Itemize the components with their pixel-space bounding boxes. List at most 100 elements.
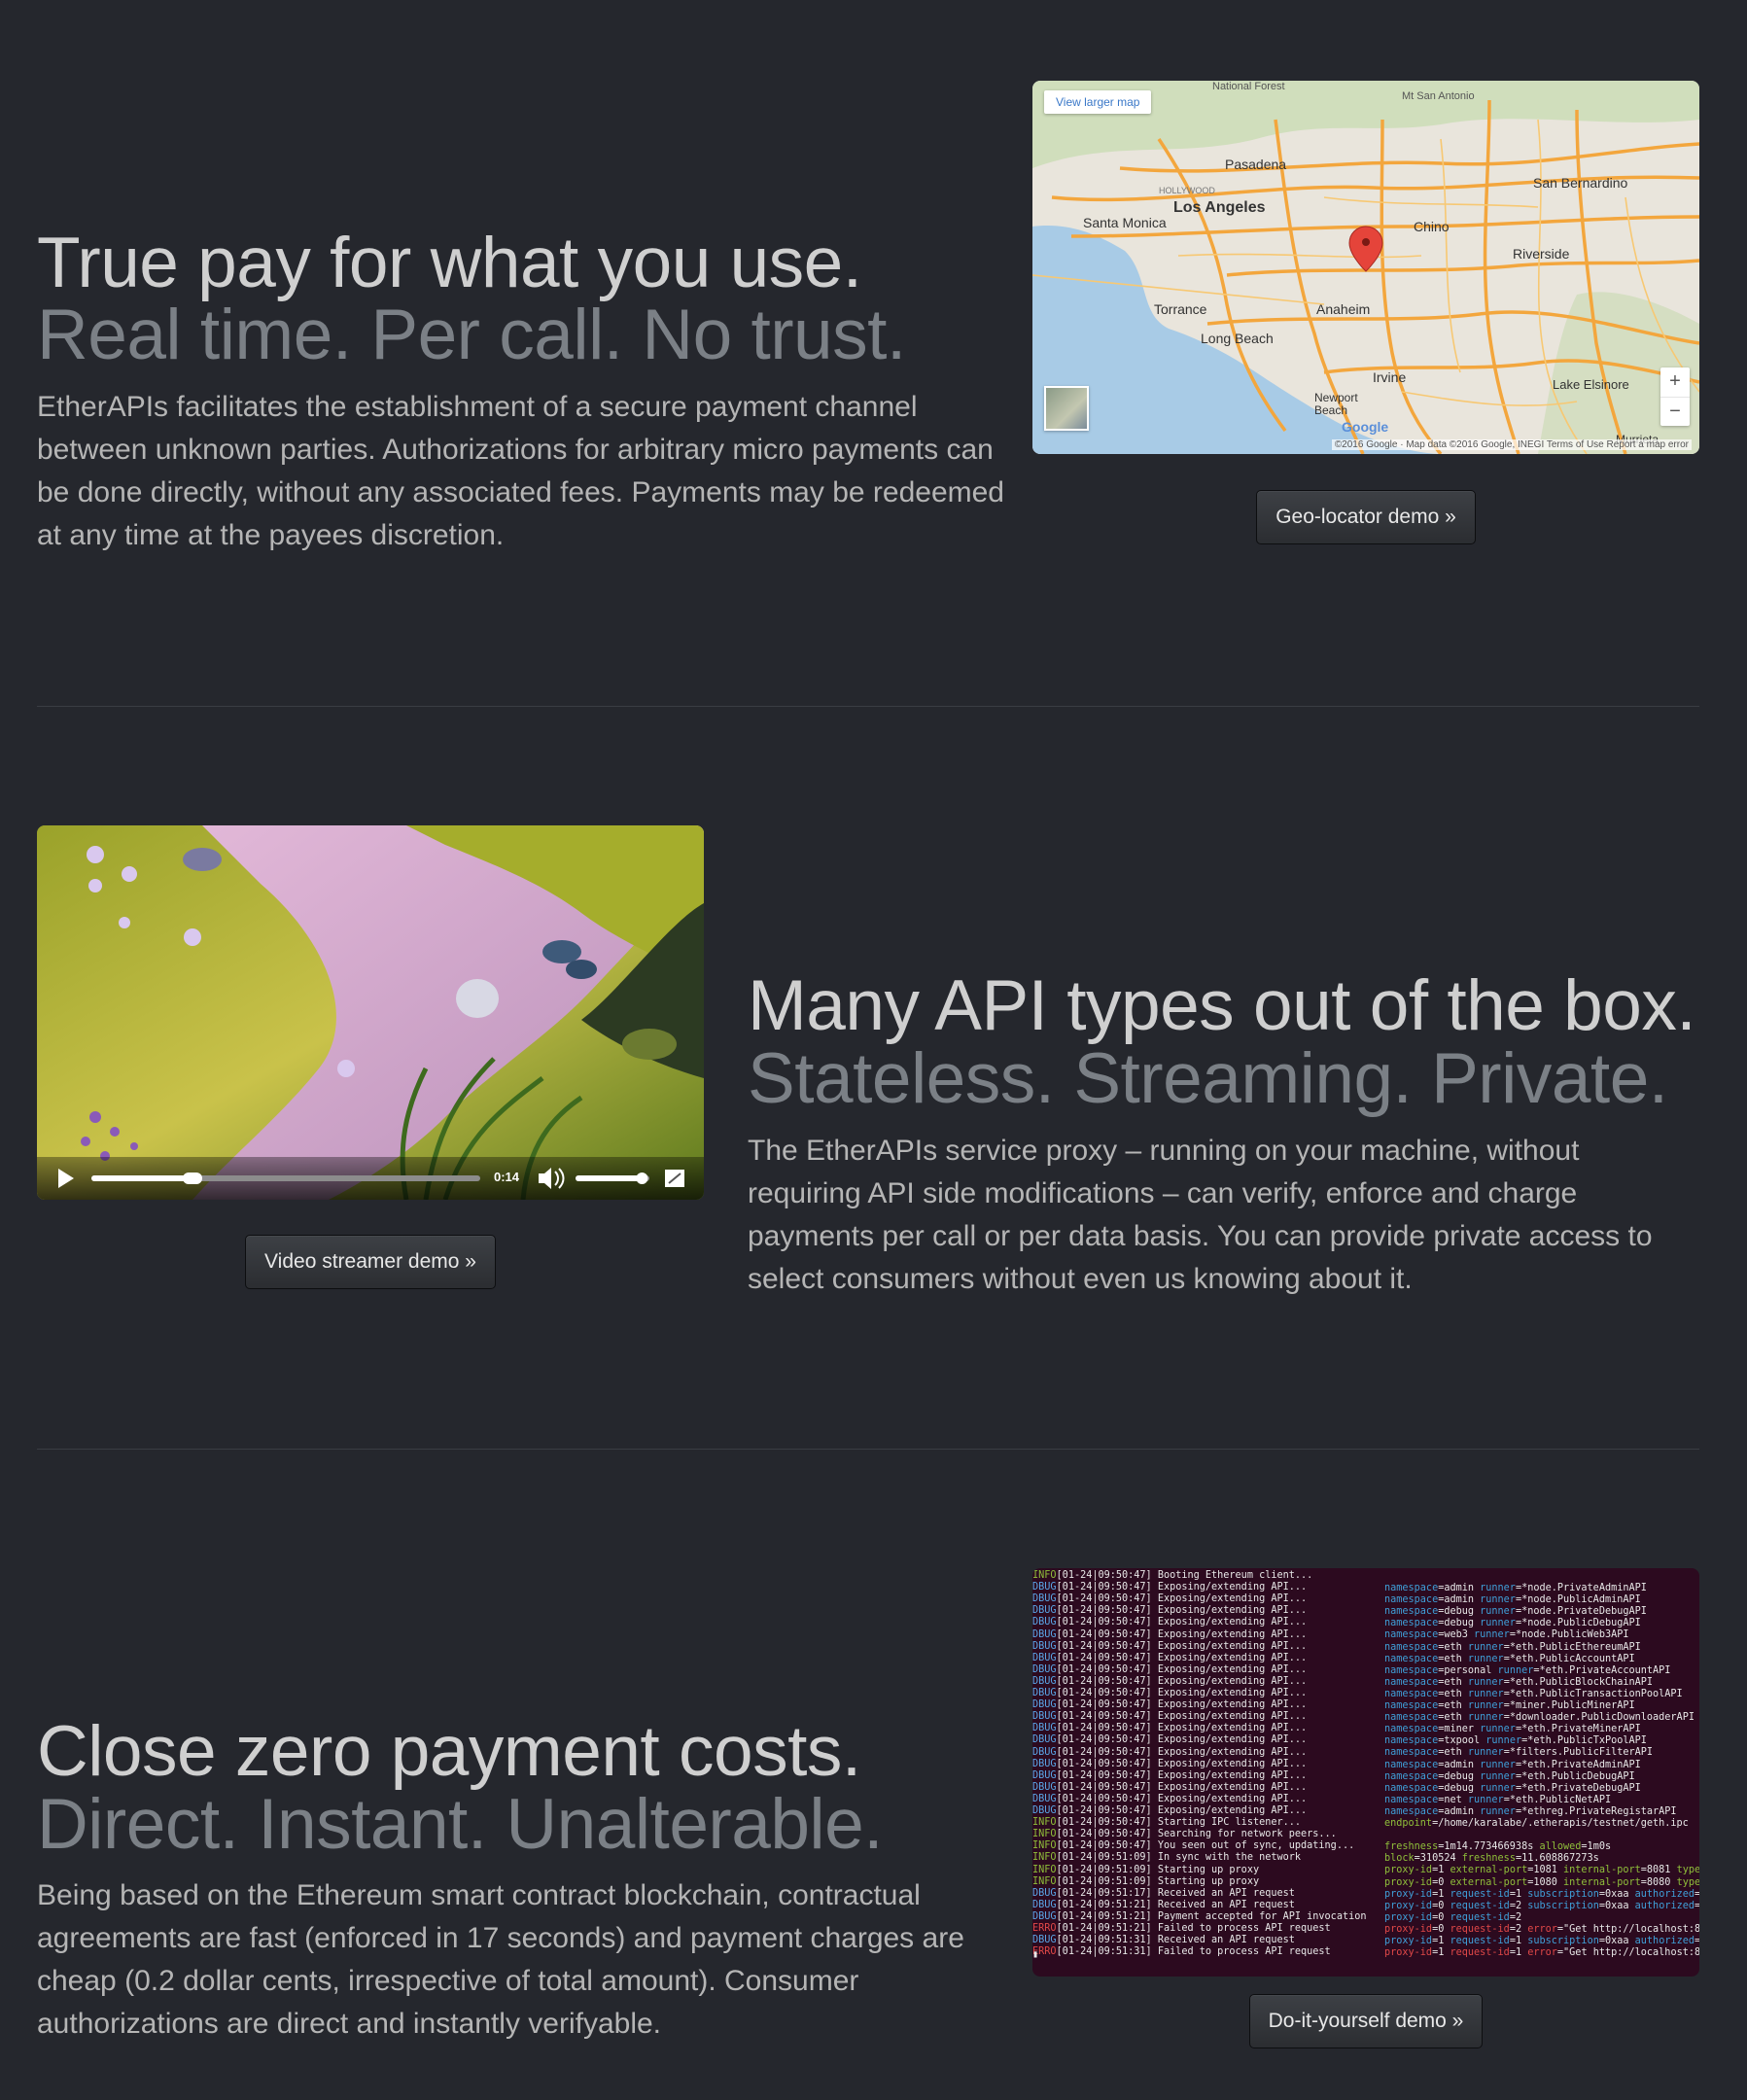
terminal-line: DBUG[01-24|09:50:47] Exposing/extending …	[1032, 1605, 1307, 1617]
terminal-line: DBUG[01-24|09:50:47] Exposing/extending …	[1032, 1688, 1307, 1699]
view-larger-map-link[interactable]: View larger map	[1044, 90, 1152, 114]
log-key: block	[1384, 1853, 1415, 1865]
video-streamer-demo-button[interactable]: Video streamer demo »	[245, 1235, 496, 1289]
volume-level	[576, 1175, 643, 1181]
zoom-out-button[interactable]: −	[1660, 397, 1690, 427]
log-value: =*eth.PublicTransactionPoolAPI	[1503, 1688, 1683, 1699]
log-value: =1m0s	[1581, 1841, 1612, 1853]
map-attribution[interactable]: ©2016 Google · Map data ©2016 Google, IN…	[1331, 439, 1692, 450]
log-value: =1	[1509, 1936, 1528, 1946]
log-value: =1080	[1527, 1876, 1564, 1888]
terminal-line: DBUG[01-24|09:50:47] Exposing/extending …	[1032, 1641, 1307, 1653]
log-value: =1081	[1527, 1865, 1564, 1876]
fullscreen-icon[interactable]	[665, 1170, 684, 1187]
log-message: [01-24|09:50:47] Exposing/extending API.…	[1056, 1640, 1308, 1652]
log-message: [01-24|09:50:47] Exposing/extending API.…	[1056, 1711, 1308, 1723]
log-key: namespace	[1384, 1618, 1439, 1629]
terminal-kv-line: freshness=1m14.773466938s allowed=1m0s	[1384, 1841, 1611, 1853]
log-value: =personal	[1438, 1664, 1498, 1676]
log-key: namespace	[1384, 1794, 1439, 1805]
log-value: =*node.PublicWeb3API	[1509, 1629, 1629, 1641]
section-divider	[37, 1449, 1699, 1450]
map-label: Pasadena	[1225, 157, 1287, 172]
log-key: namespace	[1384, 1594, 1439, 1606]
zoom-in-button[interactable]: +	[1660, 368, 1690, 397]
seek-handle[interactable]	[183, 1172, 202, 1184]
log-key: namespace	[1384, 1583, 1439, 1593]
log-key: type	[1676, 1876, 1699, 1888]
log-value: =*eth.PublicDebugAPI	[1515, 1770, 1635, 1782]
log-key: request-id	[1450, 1936, 1510, 1946]
terminal-cursor: ▮	[1032, 1949, 1039, 1960]
log-key: runner	[1480, 1805, 1516, 1817]
log-key: namespace	[1384, 1724, 1439, 1735]
terminal-line: DBUG[01-24|09:50:47] Exposing/extending …	[1032, 1653, 1307, 1664]
log-key: namespace	[1384, 1782, 1439, 1794]
do-it-yourself-demo-button[interactable]: Do-it-yourself demo »	[1249, 1994, 1483, 2048]
log-value: =debug	[1438, 1782, 1481, 1794]
geo-map[interactable]: View larger map National Forest Mt San A…	[1032, 81, 1699, 454]
volume-handle[interactable]	[636, 1172, 648, 1184]
section2-body: The EtherAPIs service proxy – running on…	[748, 1135, 1653, 1295]
terminal-line: DBUG[01-24|09:50:47] Exposing/extending …	[1032, 1699, 1307, 1711]
log-key: runner	[1480, 1782, 1516, 1794]
terminal-kv-line: namespace=debug runner=*node.PrivateDebu…	[1384, 1606, 1647, 1618]
volume-icon[interactable]	[539, 1168, 565, 1189]
log-level: INFO	[1032, 1840, 1057, 1852]
terminal-kv-line: namespace=eth runner=*miner.PublicMinerA…	[1384, 1700, 1635, 1712]
log-value: =310524	[1414, 1853, 1462, 1865]
google-logo: Google	[1342, 419, 1389, 435]
play-icon[interactable]	[58, 1169, 74, 1188]
log-key: runner	[1480, 1770, 1516, 1782]
log-level: DBUG	[1032, 1793, 1057, 1804]
video-player[interactable]: 0:14	[37, 825, 704, 1200]
log-value: =*node.PrivateDebugAPI	[1515, 1606, 1647, 1618]
log-key: authorized	[1634, 1900, 1695, 1911]
log-key: runner	[1480, 1606, 1516, 1618]
log-message: [01-24|09:50:47] Exposing/extending API.…	[1056, 1675, 1308, 1687]
terminal-kv-line: namespace=admin runner=*node.PublicAdmin…	[1384, 1594, 1641, 1606]
log-value: =*eth.PublicBlockChainAPI	[1503, 1676, 1654, 1688]
terminal-line: DBUG[01-24|09:50:47] Exposing/extending …	[1032, 1747, 1307, 1759]
terminal-kv-line: proxy-id=1 request-id=1 subscription=0xa…	[1384, 1889, 1699, 1901]
log-message: [01-24|09:50:47] Exposing/extending API.…	[1056, 1769, 1308, 1781]
log-value: =0	[1432, 1923, 1450, 1935]
terminal-line: DBUG[01-24|09:50:47] Exposing/extending …	[1032, 1794, 1307, 1805]
geo-locator-demo-button[interactable]: Geo-locator demo »	[1256, 490, 1476, 544]
log-value: =*eth.PrivateDebugAPI	[1515, 1782, 1641, 1794]
terminal-line: DBUG[01-24|09:50:47] Exposing/extending …	[1032, 1617, 1307, 1628]
terminal-kv-line: proxy-id=1 external-port=1081 internal-p…	[1384, 1865, 1699, 1876]
log-value: =0	[1432, 1911, 1450, 1923]
terminal-line: DBUG[01-24|09:50:47] Exposing/extending …	[1032, 1734, 1307, 1746]
log-level: DBUG	[1032, 1758, 1057, 1769]
log-level: DBUG	[1032, 1734, 1057, 1746]
log-value: =*node.PrivateAdminAPI	[1515, 1583, 1647, 1593]
log-key: runner	[1474, 1629, 1510, 1641]
log-key: namespace	[1384, 1747, 1439, 1759]
log-value: ="Get http://localhost:8081	[1556, 1947, 1699, 1959]
log-message: [01-24|09:50:47] Exposing/extending API.…	[1056, 1723, 1308, 1734]
log-key: runner	[1467, 1712, 1504, 1724]
log-key: endpoint	[1384, 1818, 1433, 1829]
log-key: external-port	[1450, 1865, 1528, 1876]
log-key: subscription	[1527, 1888, 1599, 1900]
log-message: [01-24|09:50:47] Starting IPC listener..…	[1056, 1817, 1302, 1829]
log-message: [01-24|09:50:47] Booting Ethereum client…	[1056, 1570, 1313, 1581]
map-label: HOLLYWOOD	[1159, 186, 1215, 195]
terminal-kv-line: namespace=eth runner=*downloader.PublicD…	[1384, 1712, 1695, 1724]
log-value: =0xaa	[1598, 1888, 1635, 1900]
seek-progress	[91, 1175, 192, 1181]
log-key: request-id	[1450, 1900, 1510, 1911]
log-key: external-port	[1450, 1876, 1528, 1888]
map-zoom-control: + −	[1660, 368, 1690, 426]
terminal-kv-line: proxy-id=0 external-port=1080 internal-p…	[1384, 1877, 1699, 1889]
log-level: DBUG	[1032, 1746, 1057, 1758]
satellite-toggle[interactable]	[1044, 386, 1089, 431]
log-value: =2	[1509, 1900, 1528, 1911]
log-value: =eth	[1438, 1641, 1468, 1653]
log-value: =*downloader.PublicDownloaderAPI	[1503, 1712, 1695, 1724]
log-message: [01-24|09:50:47] Searching for network p…	[1056, 1829, 1337, 1840]
terminal-line: INFO[01-24|09:50:47] Searching for netwo…	[1032, 1829, 1337, 1840]
log-value: =*eth.PrivateMinerAPI	[1515, 1724, 1641, 1735]
log-value: =admin	[1438, 1759, 1481, 1770]
